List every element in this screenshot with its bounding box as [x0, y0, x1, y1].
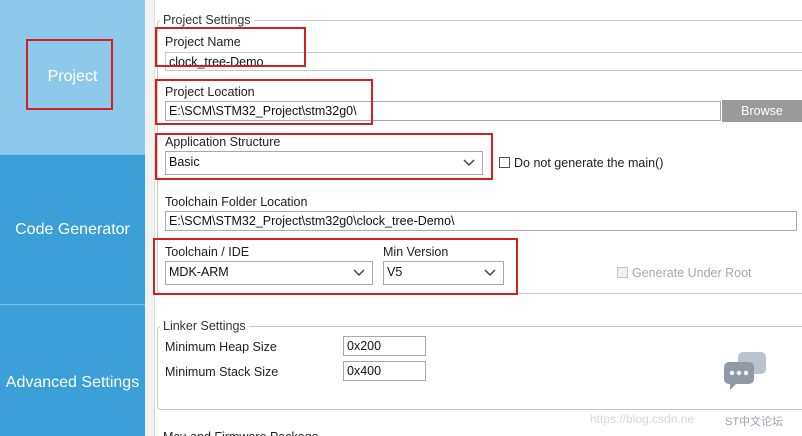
- project-settings-legend: Project Settings: [160, 13, 254, 27]
- toolchain-folder-field[interactable]: E:\SCM\STM32_Project\stm32g0\clock_tree-…: [165, 211, 797, 231]
- application-structure-value: Basic: [169, 155, 200, 169]
- sidebar-item-advanced-settings[interactable]: Advanced Settings: [0, 305, 145, 436]
- chevron-down-icon: [353, 269, 365, 277]
- sidebar-item-label: Code Generator: [15, 220, 130, 238]
- main-panel: Project Settings Project Name clock_tree…: [155, 0, 802, 436]
- watermark-url: https://blog.csdn.ne: [590, 412, 695, 426]
- sidebar: Project Code Generator Advanced Settings: [0, 0, 145, 436]
- sidebar-item-label: Project: [47, 68, 98, 85]
- project-location-label: Project Location: [165, 85, 255, 99]
- min-version-label: Min Version: [383, 245, 449, 259]
- chat-bubble-icon: [724, 352, 766, 390]
- project-name-field[interactable]: clock_tree-Demo: [165, 52, 802, 71]
- chevron-down-icon: [463, 159, 475, 167]
- toolchain-ide-label: Toolchain / IDE: [165, 245, 250, 259]
- toolchain-folder-label: Toolchain Folder Location: [165, 195, 308, 209]
- application-structure-label: Application Structure: [165, 135, 281, 149]
- stack-size-label: Minimum Stack Size: [165, 365, 279, 379]
- mcu-firmware-legend: Mcu and Firmware Package: [163, 430, 319, 436]
- generate-under-root-checkbox[interactable]: [617, 267, 628, 278]
- linker-settings-legend: Linker Settings: [160, 319, 249, 333]
- toolchain-ide-value: MDK-ARM: [169, 265, 229, 279]
- heap-size-field[interactable]: 0x200: [343, 336, 426, 356]
- watermark-brand: ST中文论坛: [725, 416, 784, 428]
- chevron-down-icon: [484, 269, 496, 277]
- min-version-select[interactable]: V5: [383, 261, 504, 285]
- toolchain-ide-select[interactable]: MDK-ARM: [165, 261, 373, 285]
- min-version-value: V5: [387, 265, 403, 279]
- sidebar-item-label: Advanced Settings: [5, 373, 140, 391]
- sidebar-item-code-generator[interactable]: Code Generator: [0, 155, 145, 304]
- project-name-label: Project Name: [165, 35, 241, 49]
- no-main-label: Do not generate the main(): [514, 156, 664, 170]
- sidebar-item-project[interactable]: Project: [0, 0, 145, 154]
- browse-button[interactable]: Browse: [722, 100, 802, 122]
- heap-size-label: Minimum Heap Size: [165, 340, 277, 354]
- generate-under-root-label: Generate Under Root: [632, 266, 752, 280]
- no-main-checkbox[interactable]: [499, 157, 510, 168]
- splitter[interactable]: [145, 0, 155, 436]
- application-structure-select[interactable]: Basic: [165, 151, 483, 175]
- stack-size-field[interactable]: 0x400: [343, 361, 426, 381]
- project-location-field[interactable]: E:\SCM\STM32_Project\stm32g0\: [165, 101, 721, 121]
